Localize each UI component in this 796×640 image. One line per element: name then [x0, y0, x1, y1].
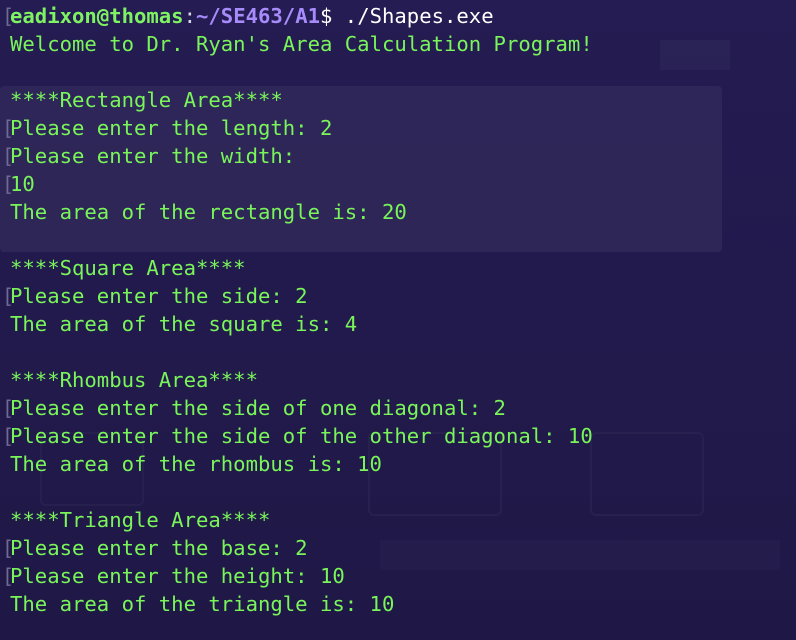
input-line: [Please enter the side of the other diag… [0, 422, 593, 450]
section-header: ****Triangle Area**** [10, 508, 271, 532]
input-line: [10 [0, 170, 593, 198]
line-mark: [ [2, 4, 15, 28]
line-mark: [ [2, 536, 15, 560]
input-line: [Please enter the height: 10 [0, 562, 593, 590]
input-text: Please enter the side of one diagonal: 2 [10, 396, 506, 420]
input-text: Please enter the length: 2 [10, 116, 333, 140]
input-text: Please enter the width: [10, 144, 296, 168]
result-line: The area of the triangle is: 10 [10, 592, 395, 616]
line-mark: [ [2, 396, 15, 420]
background-window-box [590, 432, 704, 516]
input-text: Please enter the side: 2 [10, 284, 308, 308]
input-line: [Please enter the length: 2 [0, 114, 593, 142]
input-text: Please enter the base: 2 [10, 536, 308, 560]
result-line: The area of the rhombus is: 10 [10, 452, 382, 476]
prompt-userhost: eadixon@thomas [10, 4, 184, 28]
prompt-symbol: $ [320, 4, 333, 28]
line-mark: [ [2, 172, 15, 196]
prompt-path: ~/SE463/A1 [196, 4, 320, 28]
line-mark: [ [2, 564, 15, 588]
terminal-window[interactable]: [eadixon@thomas:~/SE463/A1$ ./Shapes.exe… [0, 0, 796, 640]
terminal-output[interactable]: [eadixon@thomas:~/SE463/A1$ ./Shapes.exe… [0, 2, 593, 618]
line-mark: [ [2, 144, 15, 168]
section-header: ****Square Area**** [10, 256, 246, 280]
input-line: [Please enter the side: 2 [0, 282, 593, 310]
input-line: [Please enter the base: 2 [0, 534, 593, 562]
input-line: [Please enter the width: [0, 142, 593, 170]
line-mark: [ [2, 424, 15, 448]
section-header: ****Rhombus Area**** [10, 368, 258, 392]
prompt-command: ./Shapes.exe [332, 4, 494, 28]
line-mark: [ [2, 116, 15, 140]
input-line: [Please enter the side of one diagonal: … [0, 394, 593, 422]
prompt-colon: : [183, 4, 196, 28]
input-text: Please enter the height: 10 [10, 564, 345, 588]
result-line: The area of the rectangle is: 20 [10, 200, 407, 224]
input-text: Please enter the side of the other diago… [10, 424, 593, 448]
section-header: ****Rectangle Area**** [10, 88, 283, 112]
background-window-panel [660, 40, 730, 70]
line-mark: [ [2, 284, 15, 308]
prompt-line: [eadixon@thomas:~/SE463/A1$ ./Shapes.exe [0, 2, 593, 30]
result-line: The area of the square is: 4 [10, 312, 358, 336]
output-line: Welcome to Dr. Ryan's Area Calculation P… [10, 32, 593, 56]
